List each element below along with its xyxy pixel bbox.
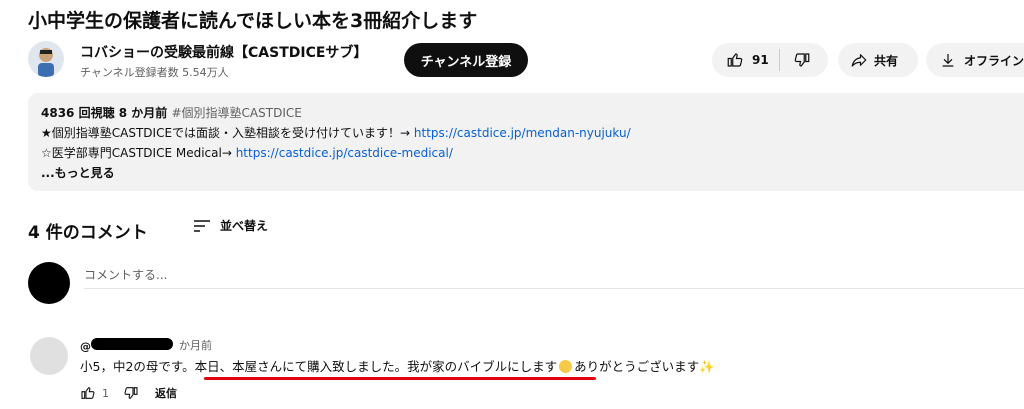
comment-thumbs-up-icon[interactable]: [80, 385, 96, 401]
like-count: 91: [752, 53, 769, 67]
sort-label: 並べ替え: [220, 219, 269, 233]
description-line-2-text: ☆医学部専門CASTDICE Medical→: [41, 146, 236, 160]
show-more-link[interactable]: ...もっと見る: [41, 164, 115, 181]
thumbs-up-icon: [727, 53, 743, 67]
mendan-link[interactable]: https://castdice.jp/mendan-nyujuku/: [414, 126, 631, 140]
offline-download-button[interactable]: オフライン: [926, 43, 1024, 77]
comment-like-count: 1: [102, 386, 109, 400]
comment-text-thanks: ありがとうございます: [574, 359, 700, 374]
comment-count-heading: 4 件のコメント: [28, 223, 148, 243]
hashtag[interactable]: #個別指導塾CASTDICE: [171, 106, 301, 120]
reply-button[interactable]: 返信: [155, 385, 177, 401]
like-button[interactable]: 91: [712, 43, 779, 77]
sort-button[interactable]: 並べ替え: [192, 217, 268, 234]
sparkles-emoji-icon: ✨: [699, 359, 715, 374]
add-comment-underline: [84, 288, 1024, 289]
comment-time: か月前: [179, 339, 212, 352]
comment-author-handle[interactable]: @: [80, 337, 173, 353]
share-label: 共有: [874, 53, 899, 68]
video-title: 小中学生の保護者に読んでほしい本を3冊紹介します: [28, 10, 478, 32]
share-arrow-icon: [851, 54, 867, 67]
add-comment-input[interactable]: コメントする...: [84, 266, 167, 283]
description-meta: 4836 回視聴 8 か月前 #個別指導塾CASTDICE: [41, 104, 302, 121]
description-line-1: ★個別指導塾CASTDICEでは面談・入塾相談を受け付けています！→ https…: [41, 124, 631, 141]
subscriber-count: チャンネル登録者数 5.54万人: [80, 66, 229, 79]
comment-text: 小5，中2の母です。本日、本屋さんにて購入致しました。我が家のバイブルにします あ…: [80, 356, 715, 375]
subscribe-button[interactable]: チャンネル登録: [404, 43, 528, 77]
comment-thumbs-down-icon[interactable]: [123, 385, 139, 401]
download-icon: [942, 54, 954, 67]
channel-name[interactable]: コバショーの受験最前線【CASTDICEサブ】: [80, 42, 367, 62]
offline-label: オフライン: [964, 53, 1024, 68]
comment-text-main: 小5，中2の母です。本日、本屋さんにて購入致しました。我が家のバイブルにします: [80, 359, 558, 374]
view-count-date: 4836 回視聴 8 か月前: [41, 106, 168, 120]
sort-icon: [194, 219, 210, 232]
description-line-2: ☆医学部専門CASTDICE Medical→ https://castdice…: [41, 144, 453, 161]
redacted-name: [91, 337, 173, 350]
current-user-avatar: [28, 262, 70, 304]
comment-header: @ か月前: [80, 337, 212, 353]
commenter-avatar[interactable]: [30, 337, 68, 375]
channel-avatar[interactable]: [28, 41, 64, 77]
smile-emoji-icon: [559, 360, 573, 373]
medical-link[interactable]: https://castdice.jp/castdice-medical/: [236, 146, 453, 160]
channel-avatar-icon: [38, 48, 54, 77]
like-dislike-group: 91: [712, 43, 828, 77]
dislike-button[interactable]: [780, 43, 811, 77]
red-highlight-underline: [204, 377, 596, 380]
thumbs-down-icon: [794, 53, 810, 67]
share-button[interactable]: 共有: [838, 43, 918, 77]
comment-actions: 1 返信: [80, 385, 177, 401]
description-line-1-text: ★個別指導塾CASTDICEでは面談・入塾相談を受け付けています！→: [41, 126, 414, 140]
description-box[interactable]: 4836 回視聴 8 か月前 #個別指導塾CASTDICE ★個別指導塾CAST…: [28, 93, 1024, 191]
